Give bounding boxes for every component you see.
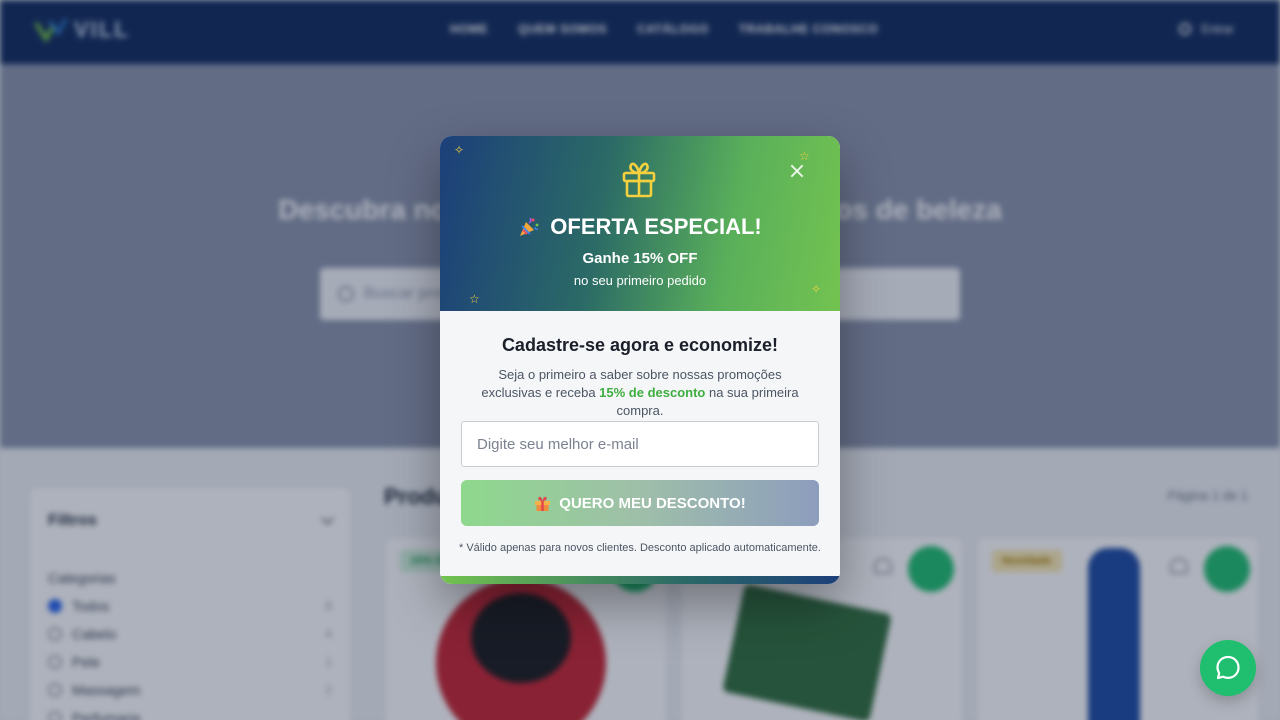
sparkle-icon: ✧ — [454, 143, 465, 157]
signup-description: Seja o primeiro a saber sobre nossas pro… — [468, 366, 812, 420]
modal-title-row: OFERTA ESPECIAL! — [440, 214, 840, 240]
discount-highlight: 15% de desconto — [599, 385, 706, 400]
modal-subtitle: Ganhe 15% OFF — [582, 250, 698, 267]
email-input[interactable] — [461, 421, 819, 467]
gift-icon — [535, 496, 551, 511]
modal-title: OFERTA ESPECIAL! — [550, 214, 762, 239]
modal-bottom-bar — [440, 576, 840, 584]
star-icon: ☆ — [469, 292, 480, 306]
gift-icon — [622, 162, 656, 198]
party-popper-icon — [520, 217, 539, 236]
close-icon[interactable] — [786, 160, 808, 182]
cta-label: QUERO MEU DESCONTO! — [559, 494, 746, 512]
modal-subtitle-secondary: no seu primeiro pedido — [573, 273, 707, 288]
get-discount-button[interactable]: QUERO MEU DESCONTO! — [461, 480, 819, 526]
disclaimer-text: * Válido apenas para novos clientes. Des… — [458, 542, 821, 554]
modal-header: ✧ ☆ ☆ ✧ OFERTA ESPECIAL! Ganhe 15% OFF n… — [440, 136, 840, 311]
promo-modal: ✧ ☆ ☆ ✧ OFERTA ESPECIAL! Ganhe 15% OFF n… — [440, 136, 840, 584]
whatsapp-icon — [1216, 655, 1240, 680]
signup-heading: Cadastre-se agora e economize! — [501, 335, 779, 355]
whatsapp-button[interactable] — [1200, 640, 1256, 696]
modal-body: Cadastre-se agora e economize! Seja o pr… — [440, 311, 840, 584]
